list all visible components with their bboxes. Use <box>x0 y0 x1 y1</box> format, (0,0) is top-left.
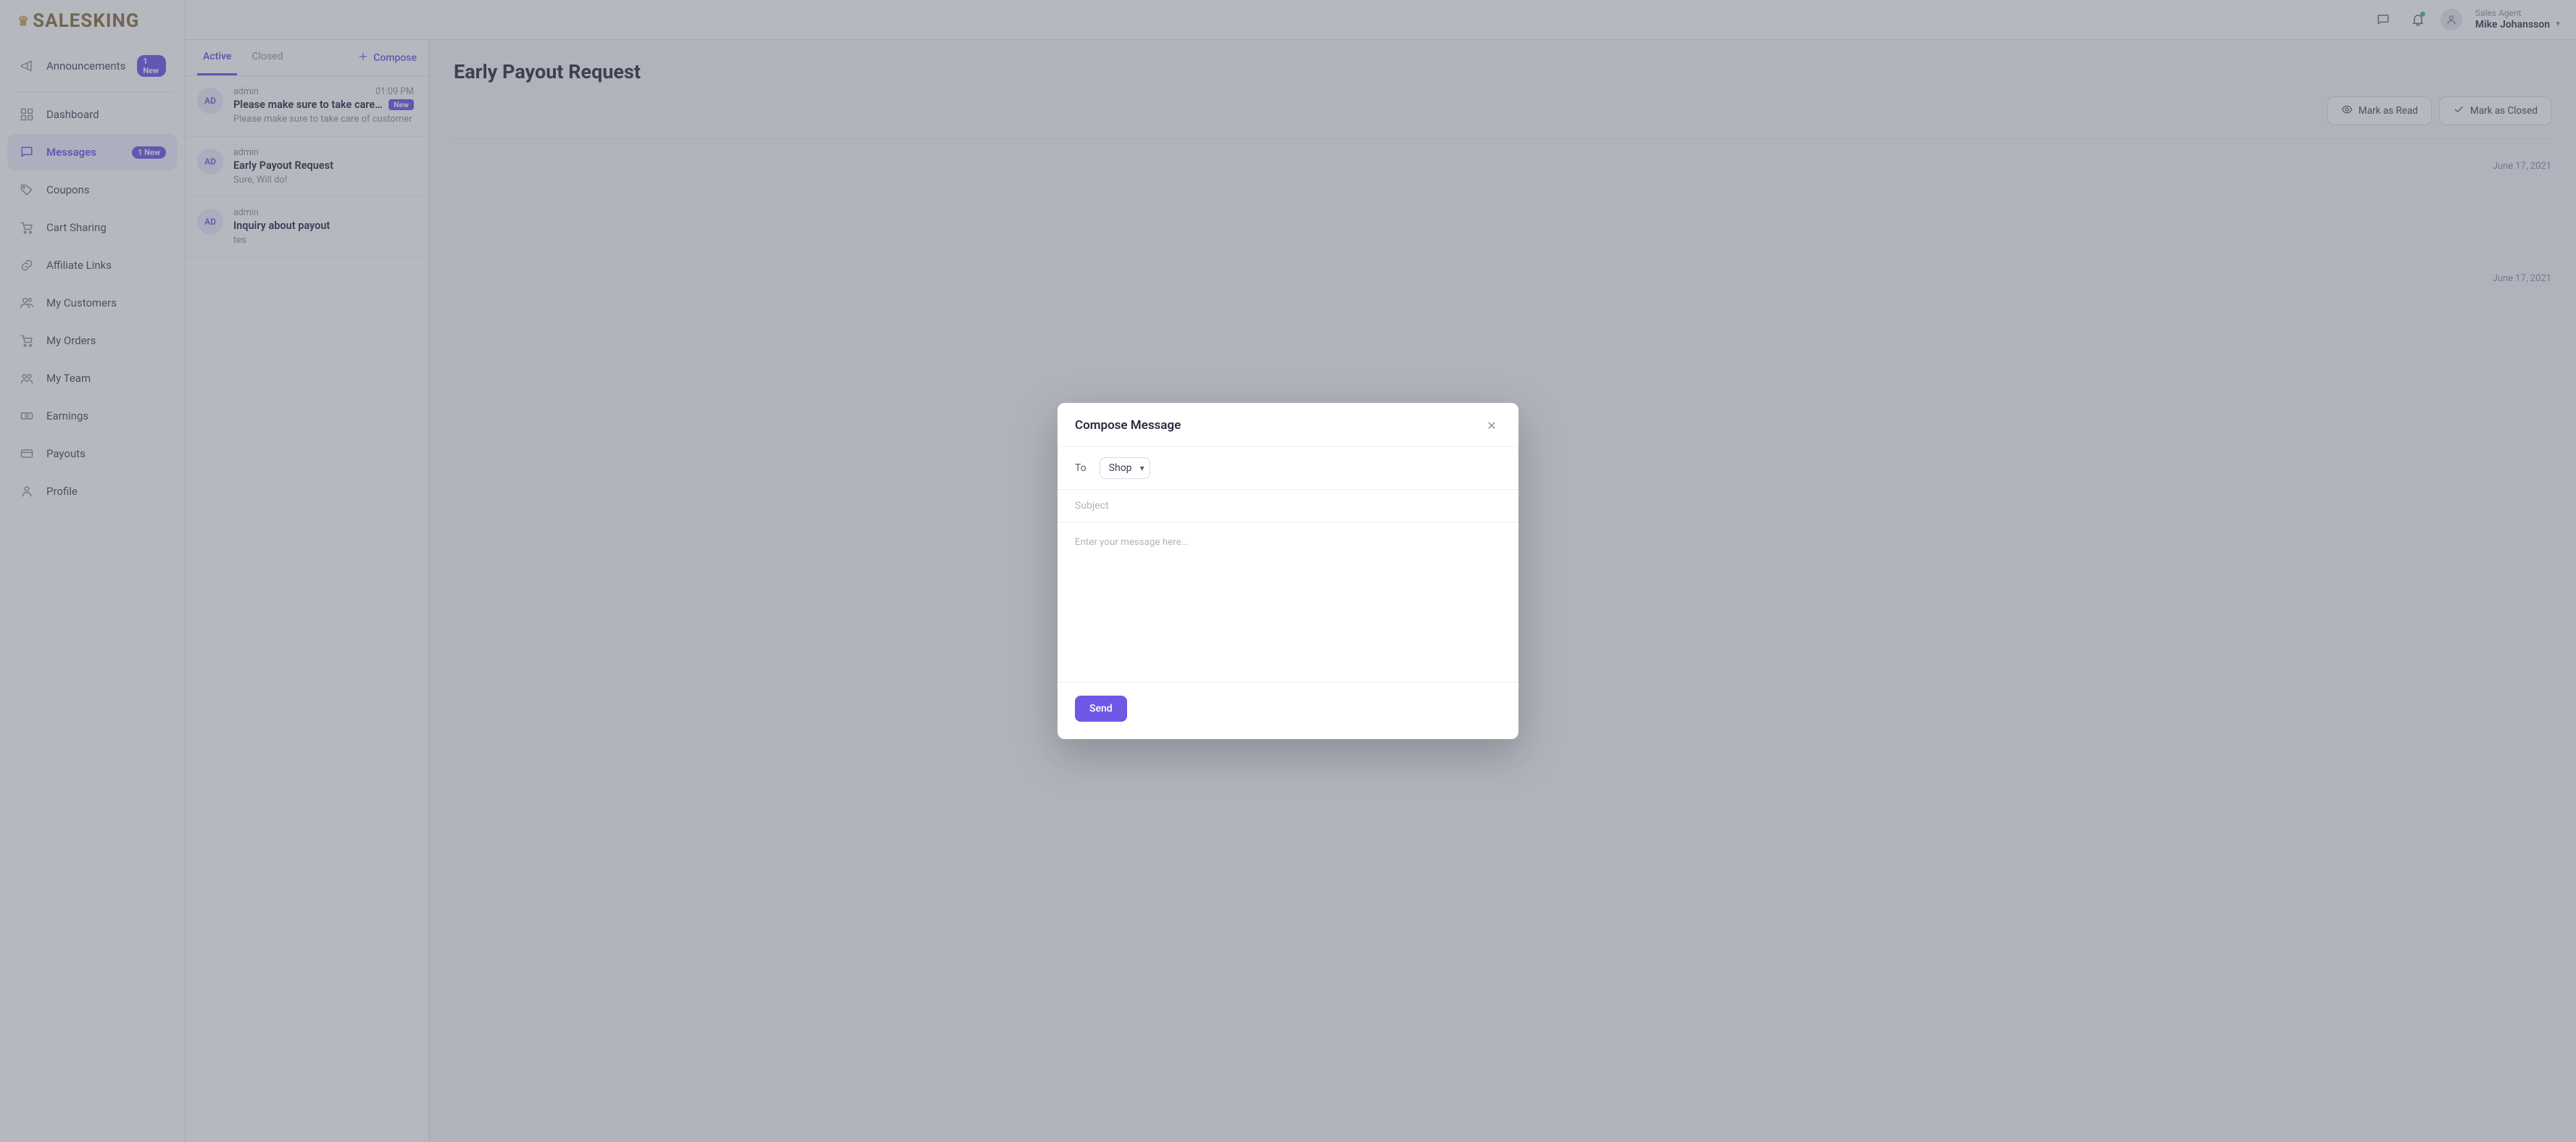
send-button[interactable]: Send <box>1075 696 1127 722</box>
modal-close-button[interactable]: ✕ <box>1482 416 1501 435</box>
to-select[interactable]: Shop <box>1100 457 1150 479</box>
modal-title: Compose Message <box>1075 418 1181 433</box>
subject-input[interactable] <box>1075 500 1501 512</box>
to-label: To <box>1075 462 1087 474</box>
close-icon: ✕ <box>1487 419 1496 433</box>
message-body-input[interactable] <box>1075 537 1501 635</box>
compose-modal: Compose Message ✕ To Shop Send <box>1058 403 1518 739</box>
modal-overlay[interactable]: Compose Message ✕ To Shop Send <box>0 0 2576 1142</box>
